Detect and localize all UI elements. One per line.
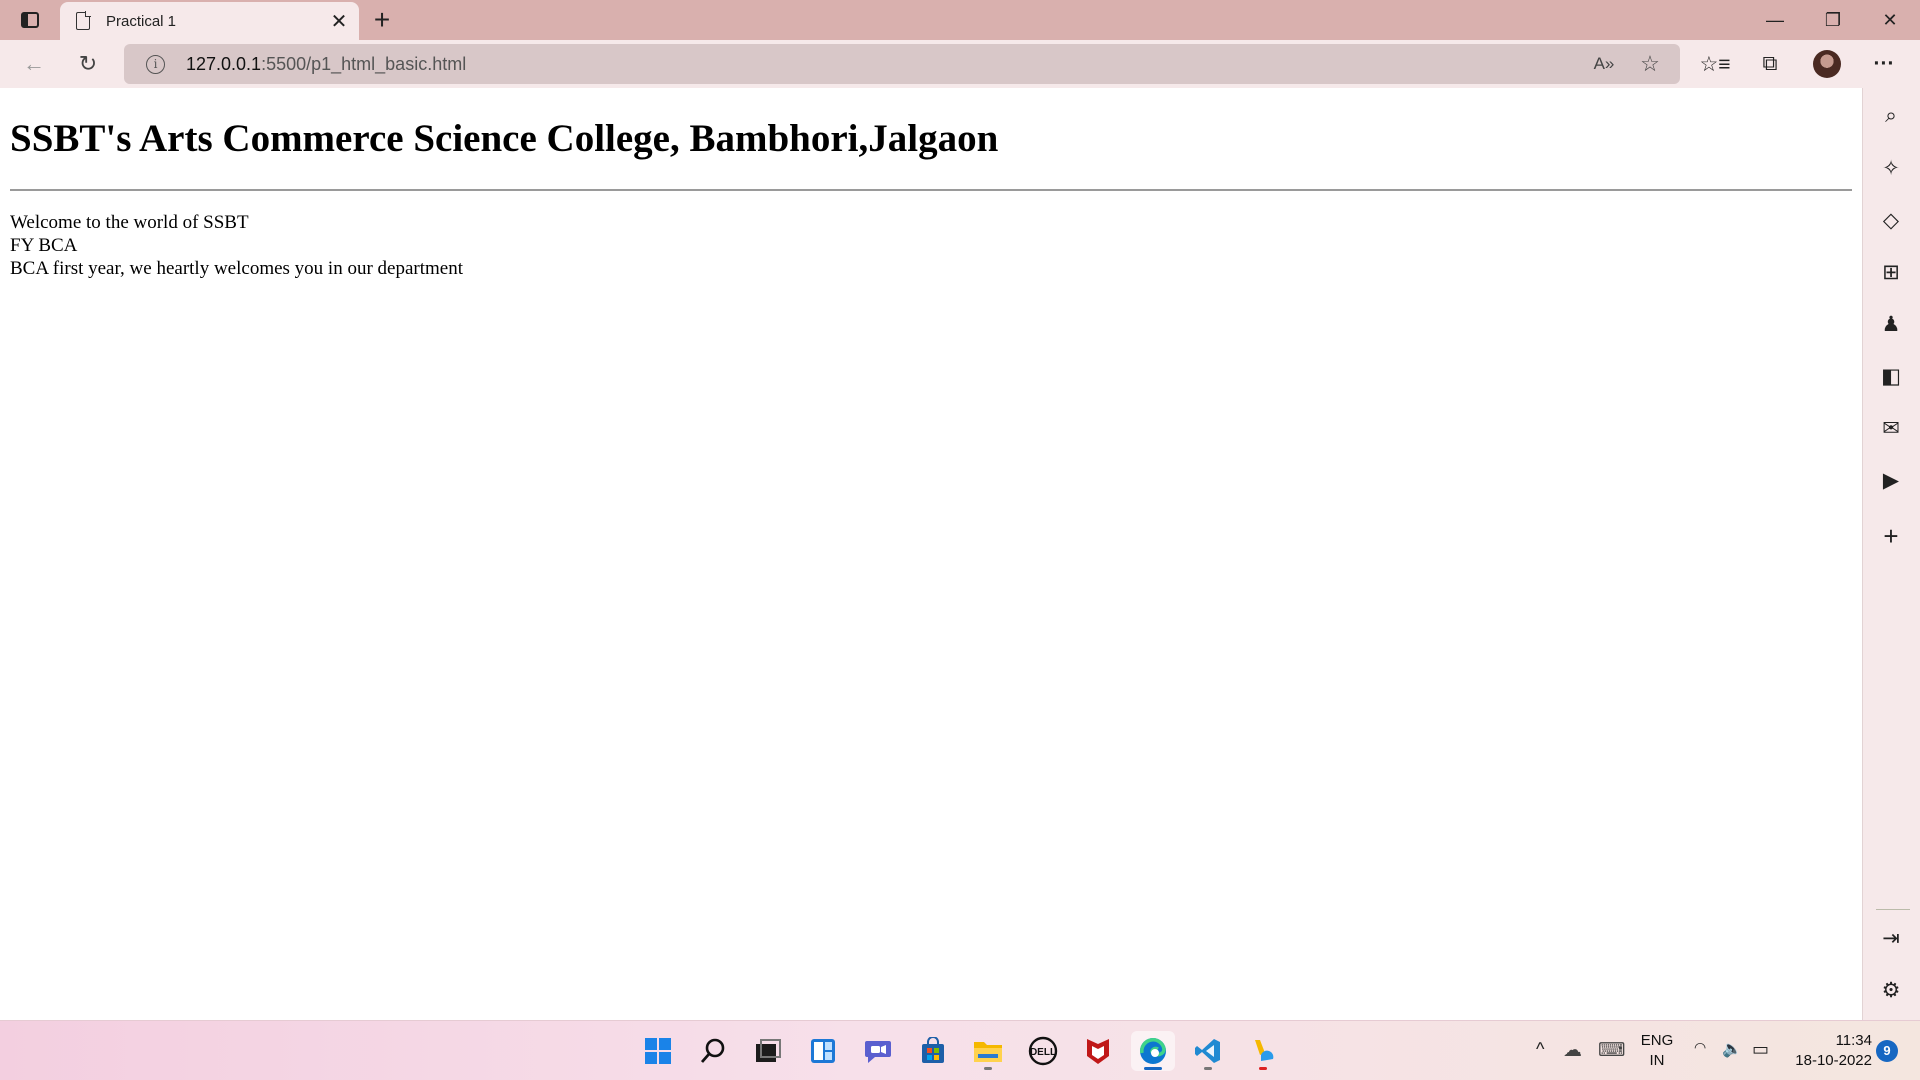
svg-text:DELL: DELL <box>1030 1047 1056 1058</box>
restore-button[interactable]: ❐ <box>1805 0 1861 40</box>
settings-menu-icon[interactable]: ··· <box>1864 48 1904 80</box>
browser-toolbar: ← ↻ i 127.0.0.1:5500/p1_html_basic.html … <box>0 40 1920 88</box>
snip-sketch-icon[interactable] <box>1241 1031 1285 1071</box>
edge-sidebar: ⌕ ✧ ◇ ⊞ ♟ ◧ ✉ ▶ + ⇥ ⚙ <box>1862 88 1920 1020</box>
task-view-icon[interactable] <box>746 1031 790 1071</box>
onedrive-cloud-icon[interactable]: ☁ <box>1563 1039 1582 1062</box>
read-aloud-icon[interactable]: A» <box>1590 52 1618 76</box>
language-code: ENG <box>1640 1032 1674 1049</box>
running-indicator <box>1259 1067 1267 1070</box>
tab-close-icon[interactable]: ✕ <box>325 7 353 35</box>
add-sidebar-app-icon[interactable]: + <box>1873 518 1909 554</box>
url-host: 127.0.0.1 <box>186 54 262 74</box>
tools-icon[interactable]: ⊞ <box>1873 254 1909 290</box>
mcafee-icon[interactable] <box>1076 1031 1120 1071</box>
new-tab-button[interactable]: + <box>366 4 398 36</box>
running-indicator <box>1204 1067 1212 1070</box>
url-path: :5500/p1_html_basic.html <box>261 54 467 74</box>
back-button[interactable]: ← <box>16 48 52 80</box>
favorites-icon[interactable]: ☆≡ <box>1695 48 1735 80</box>
active-indicator <box>1144 1067 1162 1070</box>
tab-title: Practical 1 <box>106 12 177 30</box>
info-icon[interactable]: i <box>146 55 165 74</box>
show-hidden-icons-chevron[interactable]: ^ <box>1536 1039 1544 1060</box>
volume-icon[interactable]: 🔈 <box>1722 1039 1742 1059</box>
horizontal-rule <box>10 189 1852 191</box>
battery-icon[interactable]: ▭ <box>1752 1039 1769 1060</box>
page-icon <box>76 11 91 30</box>
close-window-button[interactable]: ✕ <box>1862 0 1918 40</box>
running-indicator <box>984 1067 992 1070</box>
wifi-icon[interactable]: ◠ <box>1694 1039 1706 1056</box>
search-icon[interactable]: ⌕ <box>1873 98 1909 134</box>
sidebar-divider <box>1876 909 1910 910</box>
outlook-icon[interactable]: ✉ <box>1873 410 1909 446</box>
minimize-button[interactable]: — <box>1747 0 1803 40</box>
text-line: FY BCA <box>10 235 78 256</box>
keyboard-icon[interactable]: ⌨ <box>1598 1039 1625 1062</box>
collections-icon[interactable]: ⧉ <box>1750 48 1790 80</box>
add-favorite-icon[interactable]: ☆ <box>1636 51 1664 76</box>
tab-actions-icon[interactable] <box>14 6 46 34</box>
widgets-icon[interactable] <box>801 1031 845 1071</box>
edge-icon[interactable] <box>1131 1031 1175 1071</box>
copilot-icon[interactable]: ✧ <box>1873 150 1909 186</box>
store-icon[interactable] <box>911 1031 955 1071</box>
dell-icon[interactable]: DELL <box>1021 1031 1065 1071</box>
taskbar-search-icon[interactable] <box>691 1031 735 1071</box>
taskbar: DELL ^ ☁ ⌨ ENG IN ◠ 🔈 ▭ 11:34 18-10-2022… <box>0 1020 1920 1080</box>
notification-badge[interactable]: 9 <box>1876 1040 1898 1062</box>
clock-date: 18-10-2022 <box>1795 1052 1872 1069</box>
tab-practical-1[interactable]: Practical 1 ✕ <box>60 2 359 40</box>
text-line: Welcome to the world of SSBT <box>10 212 249 233</box>
office-icon[interactable]: ◧ <box>1873 358 1909 394</box>
title-bar: Practical 1 ✕ + — ❐ ✕ <box>0 0 1920 40</box>
hide-sidebar-icon[interactable]: ⇥ <box>1873 920 1909 956</box>
start-icon[interactable] <box>636 1031 680 1071</box>
url-text[interactable]: 127.0.0.1:5500/p1_html_basic.html <box>186 54 466 75</box>
language-indicator[interactable]: ENG IN <box>1640 1031 1674 1071</box>
clock-time: 11:34 <box>1835 1032 1872 1049</box>
language-region: IN <box>1649 1052 1665 1069</box>
text-line: BCA first year, we heartly welcomes you … <box>10 258 464 279</box>
youtube-icon[interactable]: ▶ <box>1873 462 1909 498</box>
vscode-icon[interactable] <box>1186 1031 1230 1071</box>
profile-avatar[interactable] <box>1813 50 1841 78</box>
page-heading: SSBT's Arts Commerce Science College, Ba… <box>10 117 999 160</box>
file-explorer-icon[interactable] <box>966 1031 1010 1071</box>
address-bar[interactable]: i 127.0.0.1:5500/p1_html_basic.html A» ☆ <box>124 44 1680 84</box>
games-icon[interactable]: ♟ <box>1873 306 1909 342</box>
sidebar-settings-icon[interactable]: ⚙ <box>1873 972 1909 1008</box>
chat-icon[interactable] <box>856 1031 900 1071</box>
shopping-tag-icon[interactable]: ◇ <box>1873 202 1909 238</box>
refresh-button[interactable]: ↻ <box>70 48 106 80</box>
clock[interactable]: 11:34 18-10-2022 <box>1788 1031 1872 1071</box>
page-content: SSBT's Arts Commerce Science College, Ba… <box>0 88 1862 1020</box>
